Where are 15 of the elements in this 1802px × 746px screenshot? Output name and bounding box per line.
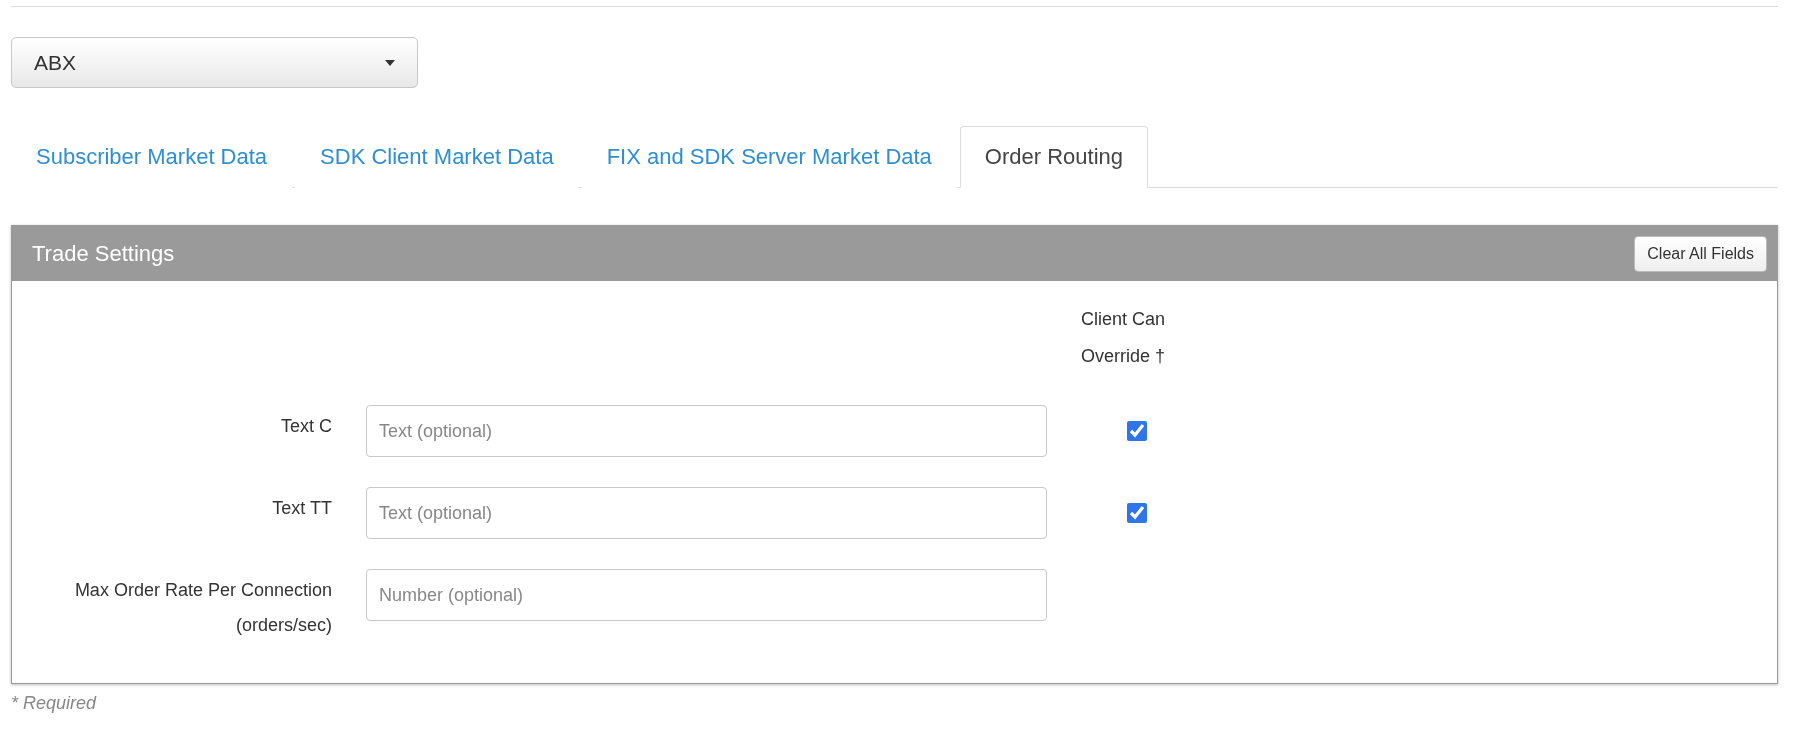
input-field[interactable]: Number (optional) [366, 569, 1047, 621]
override-checkbox[interactable] [1127, 503, 1147, 523]
override-checkbox[interactable] [1127, 421, 1147, 441]
input-field[interactable]: Text (optional) [366, 487, 1047, 539]
column-heading: Client Can Override † [1081, 308, 1167, 368]
caret-icon [385, 59, 395, 66]
field-label: Text TT [271, 497, 332, 520]
tab[interactable]: Order Routing [959, 126, 1149, 188]
required-note: * Required [11, 693, 98, 714]
input-field[interactable]: Text (optional) [366, 405, 1047, 457]
field-label: Text C [280, 415, 332, 438]
exchange-select[interactable]: ABX [11, 37, 418, 88]
panel-title: Trade Settings [32, 240, 175, 267]
field-label: Max Order Rate Per Connection (orders/sec) [73, 579, 332, 637]
clear-all-fields-button[interactable]: Clear All Fields [1634, 235, 1767, 272]
